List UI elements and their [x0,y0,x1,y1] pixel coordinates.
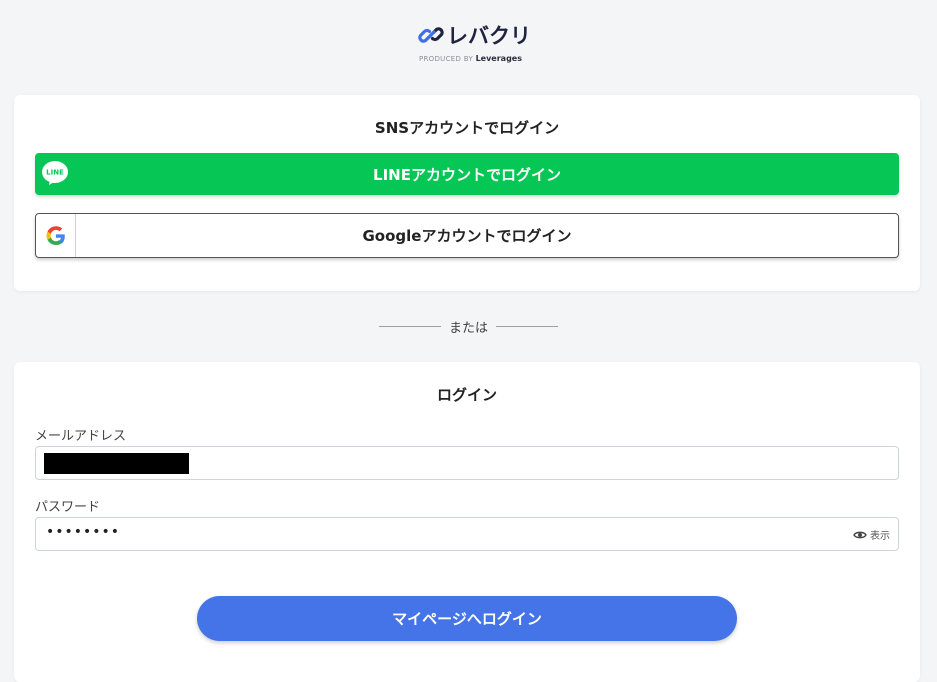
produced-by-text: PRODUCED BY [419,55,474,63]
divider-line-left [378,326,441,327]
password-field[interactable]: •••••••• 表示 [35,517,899,551]
show-password-toggle[interactable]: 表示 [853,527,890,542]
password-label: パスワード [35,500,101,515]
line-icon: LINE [42,161,68,185]
submit-login-button[interactable]: マイページへログイン [197,596,737,641]
google-login-label: Googleアカウントでログイン [362,227,572,245]
brand-name: レバクリ [447,24,531,48]
login-title: ログイン [436,386,497,404]
sns-login-title: SNSアカウントでログイン [374,119,560,137]
brand-tagline: PRODUCED BY Leverages [419,54,522,63]
company-name: Leverages [475,54,522,63]
email-label: メールアドレス [35,429,127,444]
eye-icon [853,531,867,538]
redacted-email [44,453,189,474]
brand-logo[interactable]: レバクリ PRODUCED BY Leverages [418,20,531,63]
line-login-button[interactable]: LINE LINEアカウントでログイン [35,153,899,195]
email-field[interactable] [35,446,899,480]
password-value: •••••••• [46,524,121,540]
link-logo-icon [418,27,444,43]
divider-line-right [496,326,558,327]
line-login-label: LINEアカウントでログイン [373,165,561,184]
google-login-button[interactable]: Googleアカウントでログイン [35,213,899,258]
submit-login-label: マイページへログイン [392,610,542,628]
google-icon-cell [36,214,76,257]
or-text: または [448,321,488,336]
google-icon [46,225,65,245]
show-password-label: 表示 [870,531,890,542]
svg-text:LINE: LINE [46,169,64,177]
email-login-card: ログイン メールアドレス パスワード •••••••• 表示 マイページへログイ… [14,362,920,682]
header: レバクリ PRODUCED BY Leverages [0,0,937,95]
or-divider: または [0,317,937,336]
sns-login-card: SNSアカウントでログイン LINE LINEアカウントでログイン Google… [14,95,920,291]
